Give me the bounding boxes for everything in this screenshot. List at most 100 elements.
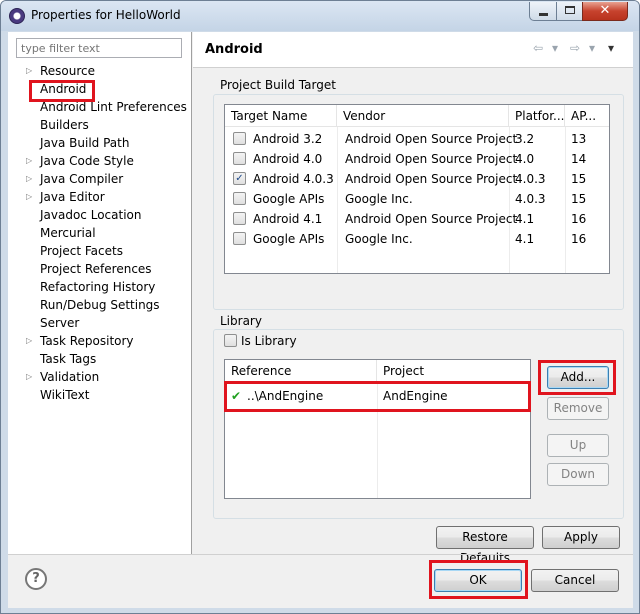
target-cell-api: 15: [571, 192, 587, 206]
expand-arrow-icon[interactable]: ▷: [26, 332, 36, 350]
close-icon: ✕: [599, 3, 611, 18]
tree-item[interactable]: Java Code Style: [40, 152, 134, 170]
title-bar[interactable]: Properties for HelloWorld ✕: [1, 1, 639, 31]
maximize-button[interactable]: [556, 2, 583, 21]
cancel-button[interactable]: Cancel: [531, 569, 619, 592]
target-cell-vendor: Google Inc.: [345, 192, 413, 206]
target-checkbox[interactable]: [233, 232, 246, 245]
back-arrow-icon[interactable]: ⇦: [533, 41, 543, 55]
help-button[interactable]: ?: [25, 568, 47, 590]
column-header[interactable]: AP...: [565, 105, 609, 127]
target-cell-platform: 4.0: [515, 152, 535, 166]
maximize-icon: [565, 6, 575, 14]
check-icon: ✔: [231, 389, 242, 403]
target-cell-api: 16: [571, 232, 587, 246]
column-divider: [337, 127, 338, 273]
tree-item[interactable]: Android: [40, 80, 86, 98]
add-library-button[interactable]: Add...: [547, 366, 609, 389]
target-cell-api: 15: [571, 172, 587, 186]
target-cell-platform: 4.0.3: [515, 172, 546, 186]
apply-button[interactable]: Apply: [542, 526, 620, 549]
tree-item[interactable]: Task Repository: [40, 332, 134, 350]
tree-item[interactable]: Android Lint Preferences: [40, 98, 187, 116]
tree-item[interactable]: WikiText: [40, 386, 90, 404]
tree-item[interactable]: Task Tags: [40, 350, 96, 368]
tree-item[interactable]: Java Build Path: [40, 134, 129, 152]
column-header[interactable]: Target Name: [225, 105, 337, 127]
column-header[interactable]: Vendor: [337, 105, 509, 127]
expand-arrow-icon[interactable]: ▷: [26, 188, 36, 206]
dialog-content: ▷ResourceAndroidAndroid Lint Preferences…: [8, 32, 633, 608]
category-tree-panel: ▷ResourceAndroidAndroid Lint Preferences…: [8, 32, 192, 554]
tree-item[interactable]: Refactoring History: [40, 278, 155, 296]
target-cell-name: Android 3.2: [253, 132, 323, 146]
view-menu-icon[interactable]: ▾: [608, 41, 614, 55]
target-cell-api: 16: [571, 212, 587, 226]
expand-arrow-icon[interactable]: ▷: [26, 170, 36, 188]
property-page: Android ⇦ ▾ ⇨ ▾ ▾ Project Build Target T…: [193, 32, 633, 565]
forward-arrow-icon[interactable]: ⇨: [570, 41, 580, 55]
expand-arrow-icon[interactable]: ▷: [26, 152, 36, 170]
close-button[interactable]: ✕: [582, 2, 628, 21]
up-button[interactable]: Up: [547, 434, 609, 457]
target-cell-name: Android 4.0: [253, 152, 323, 166]
tree-item[interactable]: Project Facets: [40, 242, 123, 260]
bottom-separator: [8, 554, 633, 555]
minimize-button[interactable]: [529, 2, 557, 21]
target-cell-vendor: Android Open Source Project: [345, 172, 518, 186]
tree-item[interactable]: Run/Debug Settings: [40, 296, 160, 314]
page-title: Android: [205, 42, 263, 57]
target-cell-vendor: Android Open Source Project: [345, 212, 518, 226]
target-cell-name: Google APIs: [253, 192, 325, 206]
target-cell-api: 13: [571, 132, 587, 146]
library-label: Library: [217, 314, 265, 328]
is-library-checkbox[interactable]: [224, 334, 237, 347]
tree-item[interactable]: Javadoc Location: [40, 206, 141, 224]
tree-item[interactable]: Resource: [40, 62, 95, 80]
tree-item[interactable]: Java Editor: [40, 188, 105, 206]
library-project[interactable]: AndEngine: [383, 386, 448, 406]
build-target-label: Project Build Target: [217, 78, 339, 92]
tree-item[interactable]: Mercurial: [40, 224, 96, 242]
target-checkbox[interactable]: [233, 132, 246, 145]
target-cell-api: 14: [571, 152, 587, 166]
target-cell-name: Android 4.0.3: [253, 172, 334, 186]
target-cell-vendor: Android Open Source Project: [345, 132, 518, 146]
tree-item[interactable]: Java Compiler: [40, 170, 123, 188]
build-target-table[interactable]: Target Name Vendor Platfor... AP... Android …: [224, 104, 610, 274]
expand-arrow-icon[interactable]: ▷: [26, 62, 36, 80]
tree-item[interactable]: Server: [40, 314, 79, 332]
target-cell-platform: 3.2: [515, 132, 535, 146]
expand-arrow-icon[interactable]: ▷: [26, 368, 36, 386]
library-reference[interactable]: ..\AndEngine: [247, 386, 323, 406]
library-reference-table[interactable]: Reference Project ✔ ..\AndEngine AndEngine: [224, 359, 531, 499]
tree-item[interactable]: Builders: [40, 116, 89, 134]
column-header[interactable]: Platfor...: [509, 105, 565, 127]
target-checkbox[interactable]: ✓: [233, 172, 246, 185]
properties-window: Properties for HelloWorld ✕ ▷ResourceAnd…: [0, 0, 640, 614]
target-checkbox[interactable]: [233, 152, 246, 165]
column-header[interactable]: Project: [377, 360, 530, 382]
target-cell-vendor: Android Open Source Project: [345, 152, 518, 166]
target-cell-name: Android 4.1: [253, 212, 323, 226]
target-cell-platform: 4.0.3: [515, 192, 546, 206]
down-button[interactable]: Down: [547, 463, 609, 486]
tree-item[interactable]: Project References: [40, 260, 152, 278]
is-library-label: Is Library: [241, 334, 297, 348]
restore-defaults-button[interactable]: Restore Defaults: [436, 526, 534, 565]
target-cell-vendor: Google Inc.: [345, 232, 413, 246]
column-divider: [565, 127, 566, 273]
back-dropdown-icon[interactable]: ▾: [552, 41, 558, 55]
filter-input[interactable]: [16, 38, 182, 58]
target-checkbox[interactable]: [233, 212, 246, 225]
column-header[interactable]: Reference: [225, 360, 377, 382]
forward-dropdown-icon[interactable]: ▾: [589, 41, 595, 55]
page-header: Android ⇦ ▾ ⇨ ▾ ▾: [193, 32, 633, 68]
target-checkbox[interactable]: [233, 192, 246, 205]
ok-button[interactable]: OK: [434, 569, 522, 592]
column-divider: [377, 382, 378, 498]
remove-library-button[interactable]: Remove: [547, 397, 609, 420]
eclipse-icon: [9, 8, 25, 24]
target-cell-platform: 4.1: [515, 232, 535, 246]
tree-item[interactable]: Validation: [40, 368, 99, 386]
